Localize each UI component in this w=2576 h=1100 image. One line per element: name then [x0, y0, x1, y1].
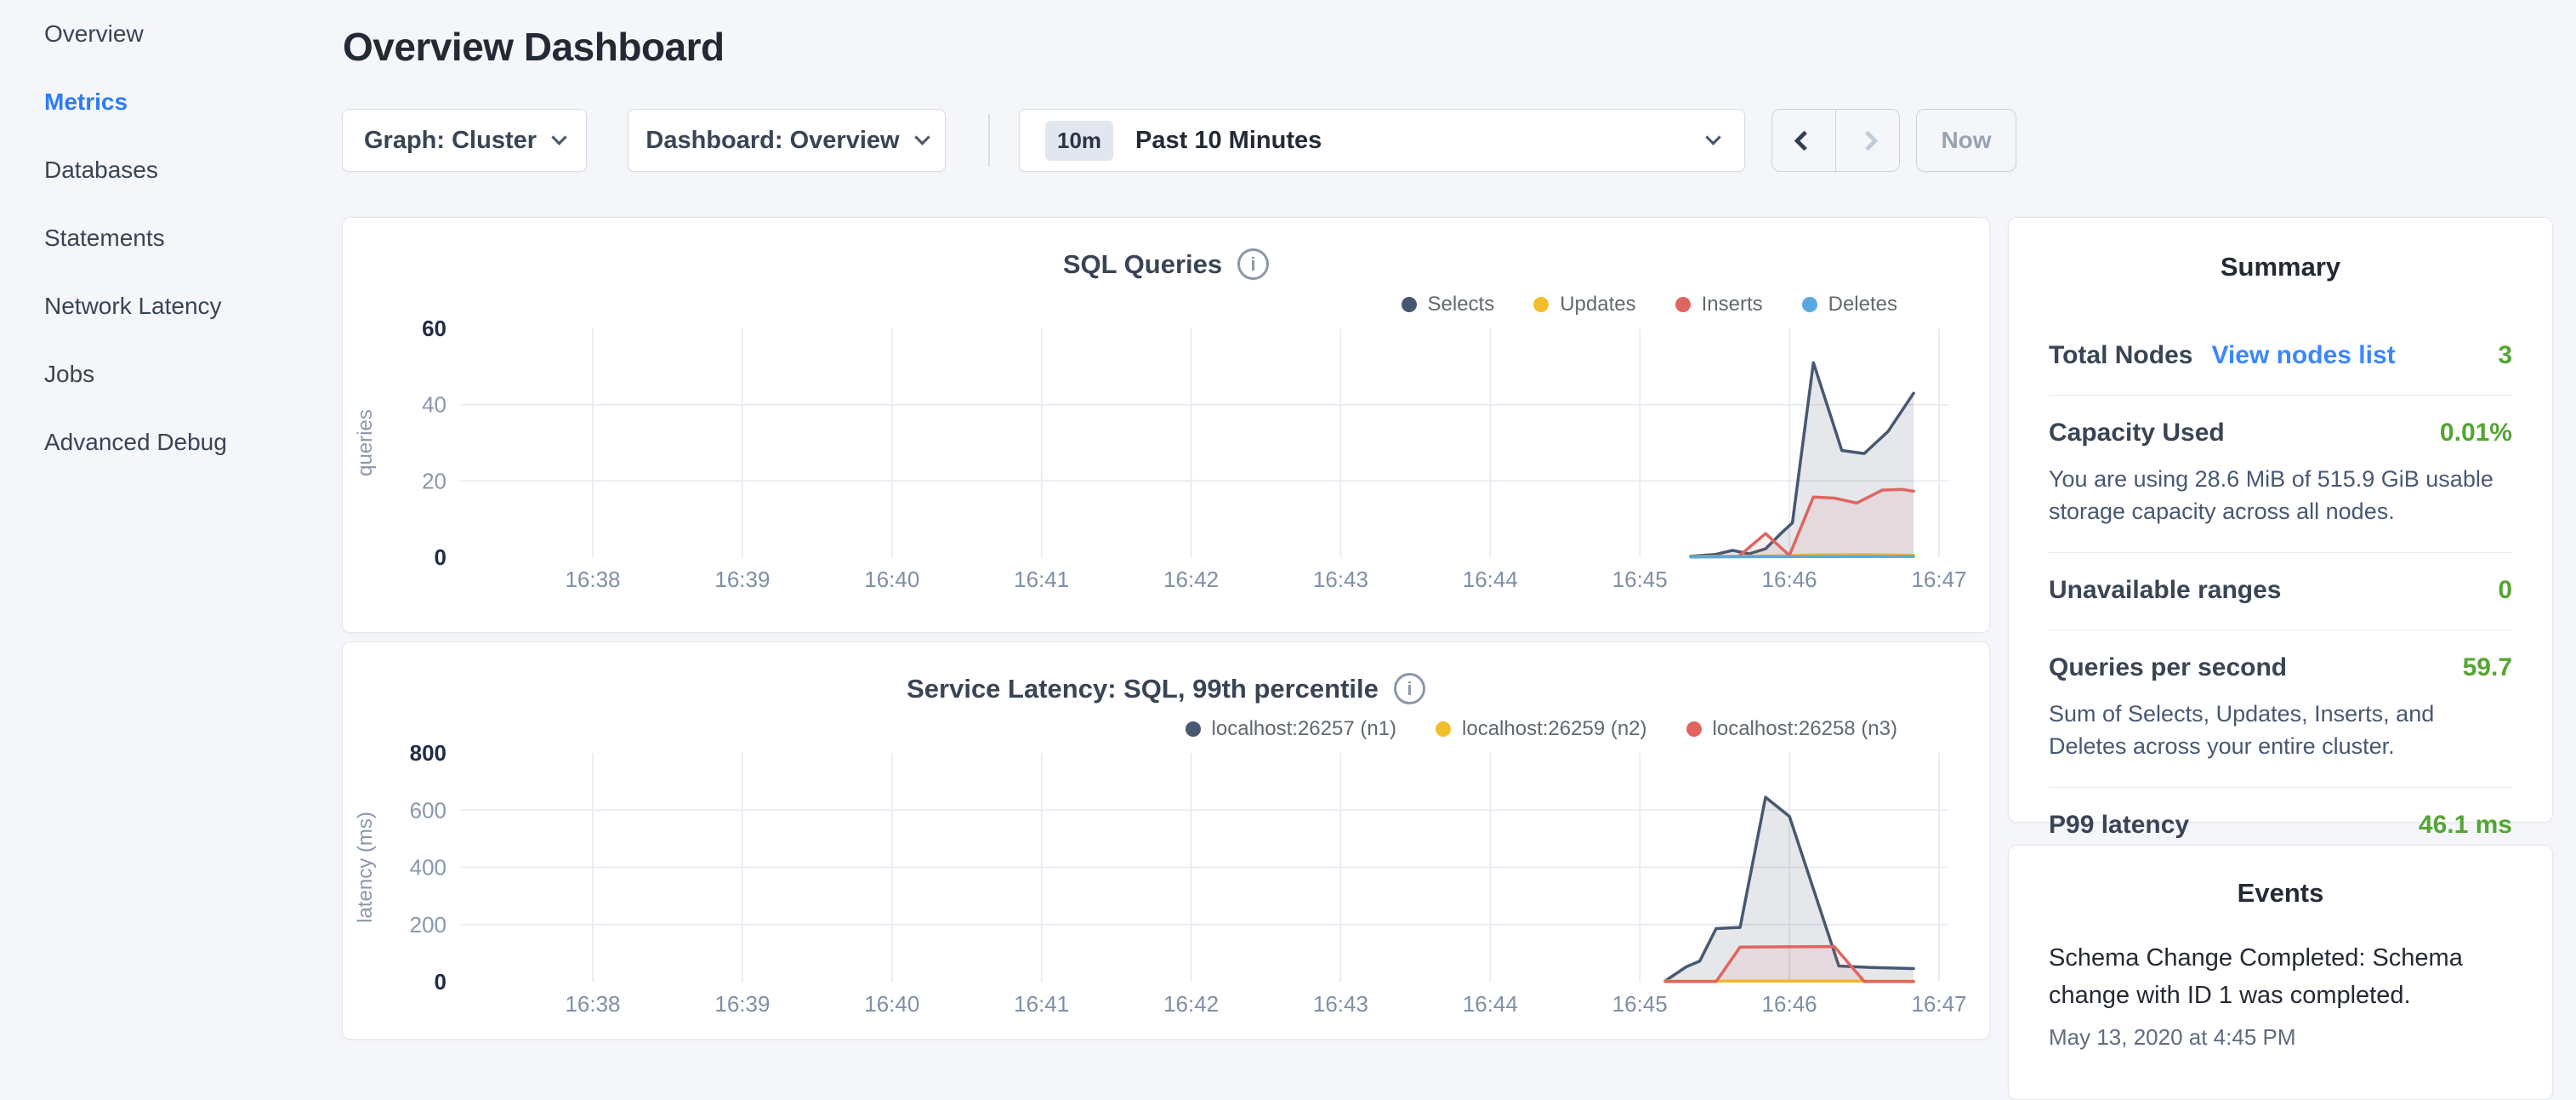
metric-description: Sum of Selects, Updates, Inserts, and De… [2049, 698, 2512, 762]
metric-label: Total Nodes [2049, 341, 2192, 370]
metric-value: 0.01% [2440, 419, 2512, 447]
svg-text:800: 800 [410, 740, 446, 766]
svg-text:16:40: 16:40 [864, 991, 919, 1017]
chevron-left-icon [1794, 130, 1814, 151]
sql-queries-chart-card: SQL Queries i SelectsUpdatesInsertsDelet… [342, 217, 1990, 633]
dashboard-dropdown-label: Dashboard: Overview [645, 127, 899, 155]
toolbar: Graph: Cluster Dashboard: Overview 10m P… [342, 109, 2043, 172]
events-panel: Events Schema Change Completed: Schema c… [2008, 845, 2553, 1100]
metric-description: You are using 28.6 MiB of 515.9 GiB usab… [2049, 463, 2512, 527]
summary-panel: Summary Total Nodes View nodes list 3 Ca… [2008, 217, 2553, 823]
sql-queries-chart-canvas[interactable]: 16:38 16:39 16:40 16:41 16:42 16:43 16:44 16:45… [343, 218, 1990, 633]
summary-rows: Total Nodes View nodes list 3 Capacity U… [2049, 318, 2512, 864]
time-step-buttons [1771, 109, 1900, 172]
chevron-down-icon [1705, 129, 1720, 145]
sidebar-item-network-latency[interactable]: Network Latency [0, 272, 342, 340]
now-button-label: Now [1941, 127, 1991, 154]
sidebar-item-label: Overview [44, 20, 144, 48]
time-range-picker[interactable]: 10m Past 10 Minutes [1019, 109, 1745, 172]
summary-row-unavailable-ranges: Unavailable ranges 0 [2049, 553, 2512, 630]
svg-text:16:41: 16:41 [1014, 991, 1069, 1017]
time-forward-button[interactable] [1835, 110, 1899, 171]
svg-text:0: 0 [435, 969, 446, 995]
metric-label: Capacity Used [2049, 419, 2225, 447]
svg-text:40: 40 [422, 392, 446, 418]
sidebar-item-databases[interactable]: Databases [0, 136, 342, 204]
sidebar-item-metrics[interactable]: Metrics [0, 68, 342, 136]
svg-text:16:44: 16:44 [1463, 991, 1518, 1017]
svg-text:16:47: 16:47 [1911, 567, 1966, 592]
chevron-right-icon [1857, 130, 1878, 151]
sidebar-item-statements[interactable]: Statements [0, 204, 342, 272]
svg-text:16:45: 16:45 [1612, 991, 1668, 1017]
svg-text:16:42: 16:42 [1163, 567, 1219, 592]
metric-label: P99 latency [2049, 811, 2189, 840]
time-window-badge: 10m [1045, 121, 1113, 161]
events-title: Events [2049, 878, 2512, 909]
sidebar-item-label: Advanced Debug [44, 429, 227, 456]
view-nodes-list-link[interactable]: View nodes list [2211, 341, 2395, 370]
svg-text:600: 600 [410, 797, 446, 823]
svg-text:16:38: 16:38 [565, 567, 620, 592]
graph-dropdown-label: Graph: Cluster [364, 127, 537, 155]
svg-text:16:39: 16:39 [714, 991, 770, 1017]
summary-title: Summary [2049, 252, 2512, 282]
svg-text:16:42: 16:42 [1163, 991, 1219, 1017]
svg-text:16:46: 16:46 [1762, 991, 1817, 1017]
svg-text:20: 20 [422, 468, 446, 493]
svg-text:16:46: 16:46 [1762, 567, 1817, 592]
svg-text:0: 0 [435, 544, 446, 570]
summary-row-capacity-used: Capacity Used 0.01% You are using 28.6 M… [2049, 396, 2512, 553]
svg-text:16:44: 16:44 [1463, 567, 1518, 592]
sidebar-item-overview[interactable]: Overview [0, 0, 342, 68]
svg-text:16:39: 16:39 [714, 567, 770, 592]
dashboard-dropdown[interactable]: Dashboard: Overview [628, 109, 946, 172]
graph-dropdown[interactable]: Graph: Cluster [342, 109, 587, 172]
metric-value: 46.1 ms [2419, 811, 2512, 840]
svg-text:16:43: 16:43 [1313, 567, 1368, 592]
svg-text:16:41: 16:41 [1014, 567, 1069, 592]
chevron-down-icon [914, 129, 930, 145]
svg-text:60: 60 [422, 316, 446, 341]
sidebar-item-label: Databases [44, 157, 158, 184]
event-item[interactable]: Schema Change Completed: Schema change w… [2049, 939, 2512, 1051]
sidebar: Overview Metrics Databases Statements Ne… [0, 0, 342, 476]
toolbar-divider [988, 114, 990, 167]
svg-text:200: 200 [410, 912, 446, 938]
sidebar-item-label: Metrics [44, 88, 128, 116]
sidebar-item-jobs[interactable]: Jobs [0, 340, 342, 408]
metric-label: Queries per second [2049, 653, 2287, 682]
chevron-down-icon [551, 129, 566, 145]
sidebar-item-label: Jobs [44, 361, 94, 388]
svg-text:16:47: 16:47 [1911, 991, 1966, 1017]
svg-text:16:40: 16:40 [864, 567, 919, 592]
metric-value: 59.7 [2463, 653, 2512, 682]
svg-text:16:45: 16:45 [1612, 567, 1668, 592]
now-button[interactable]: Now [1916, 109, 2016, 172]
event-message: Schema Change Completed: Schema change w… [2049, 939, 2512, 1014]
service-latency-chart-canvas[interactable]: 16:38 16:39 16:40 16:41 16:42 16:43 16:44 16:45… [343, 642, 1990, 1040]
time-window-label: Past 10 Minutes [1135, 127, 1322, 155]
svg-text:16:38: 16:38 [565, 991, 620, 1017]
service-latency-chart-card: Service Latency: SQL, 99th percentile i … [342, 641, 1990, 1040]
svg-text:latency (ms): latency (ms) [354, 812, 377, 923]
svg-text:400: 400 [410, 855, 446, 881]
svg-text:queries: queries [354, 409, 377, 476]
metric-label: Unavailable ranges [2049, 576, 2281, 605]
sidebar-item-advanced-debug[interactable]: Advanced Debug [0, 408, 342, 476]
summary-row-total-nodes: Total Nodes View nodes list 3 [2049, 318, 2512, 396]
summary-row-queries-per-second: Queries per second 59.7 Sum of Selects, … [2049, 630, 2512, 788]
sidebar-item-label: Network Latency [44, 293, 222, 320]
time-back-button[interactable] [1772, 110, 1835, 171]
page-title: Overview Dashboard [343, 24, 725, 70]
sidebar-item-label: Statements [44, 225, 165, 252]
svg-text:16:43: 16:43 [1313, 991, 1368, 1017]
metric-value: 3 [2498, 341, 2512, 370]
metric-value: 0 [2498, 576, 2512, 605]
event-timestamp: May 13, 2020 at 4:45 PM [2049, 1024, 2512, 1051]
